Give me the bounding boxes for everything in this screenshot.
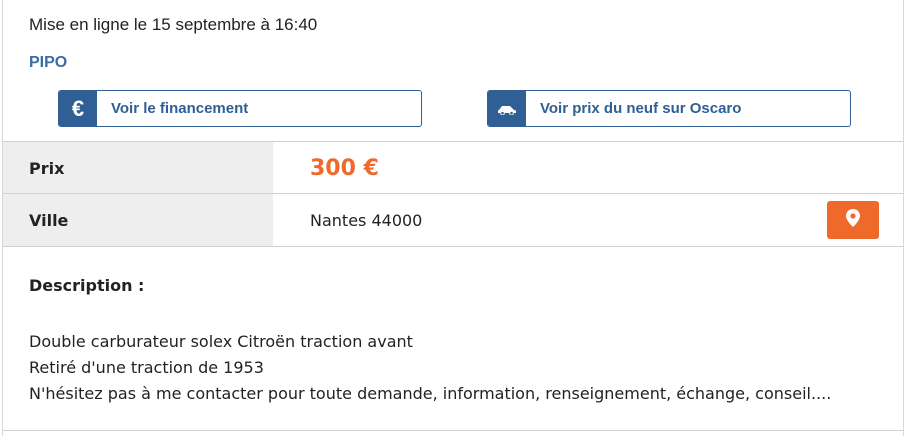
description-title: Description :: [29, 276, 145, 295]
posted-date: Mise en ligne le 15 septembre à 16:40: [29, 15, 318, 34]
divider: [3, 430, 903, 431]
oscaro-price-button[interactable]: Voir prix du neuf sur Oscaro: [487, 90, 851, 127]
description-body: Double carburateur solex Citroën tractio…: [29, 329, 831, 407]
city-value: Nantes 44000: [310, 210, 423, 230]
seller-name[interactable]: PIPO: [29, 54, 67, 72]
description-line: Double carburateur solex Citroën tractio…: [29, 332, 413, 351]
euro-icon: €: [59, 91, 97, 126]
financing-button[interactable]: € Voir le financement: [58, 90, 422, 127]
price-label: Prix: [3, 142, 273, 194]
financing-button-label: Voir le financement: [111, 100, 249, 117]
price-value: 300 €: [310, 155, 379, 181]
description-line: N'hésitez pas à me contacter pour toute …: [29, 384, 832, 403]
map-button[interactable]: [827, 201, 879, 239]
car-icon: [488, 91, 526, 126]
city-row: Ville Nantes 44000: [3, 193, 903, 247]
price-row: Prix 300 €: [3, 141, 903, 194]
oscaro-button-label: Voir prix du neuf sur Oscaro: [540, 100, 742, 117]
map-pin-icon: [846, 209, 860, 231]
description-line: Retiré d'une traction de 1953: [29, 358, 264, 377]
city-label: Ville: [3, 194, 273, 246]
listing-panel: Mise en ligne le 15 septembre à 16:40 PI…: [2, 0, 904, 436]
